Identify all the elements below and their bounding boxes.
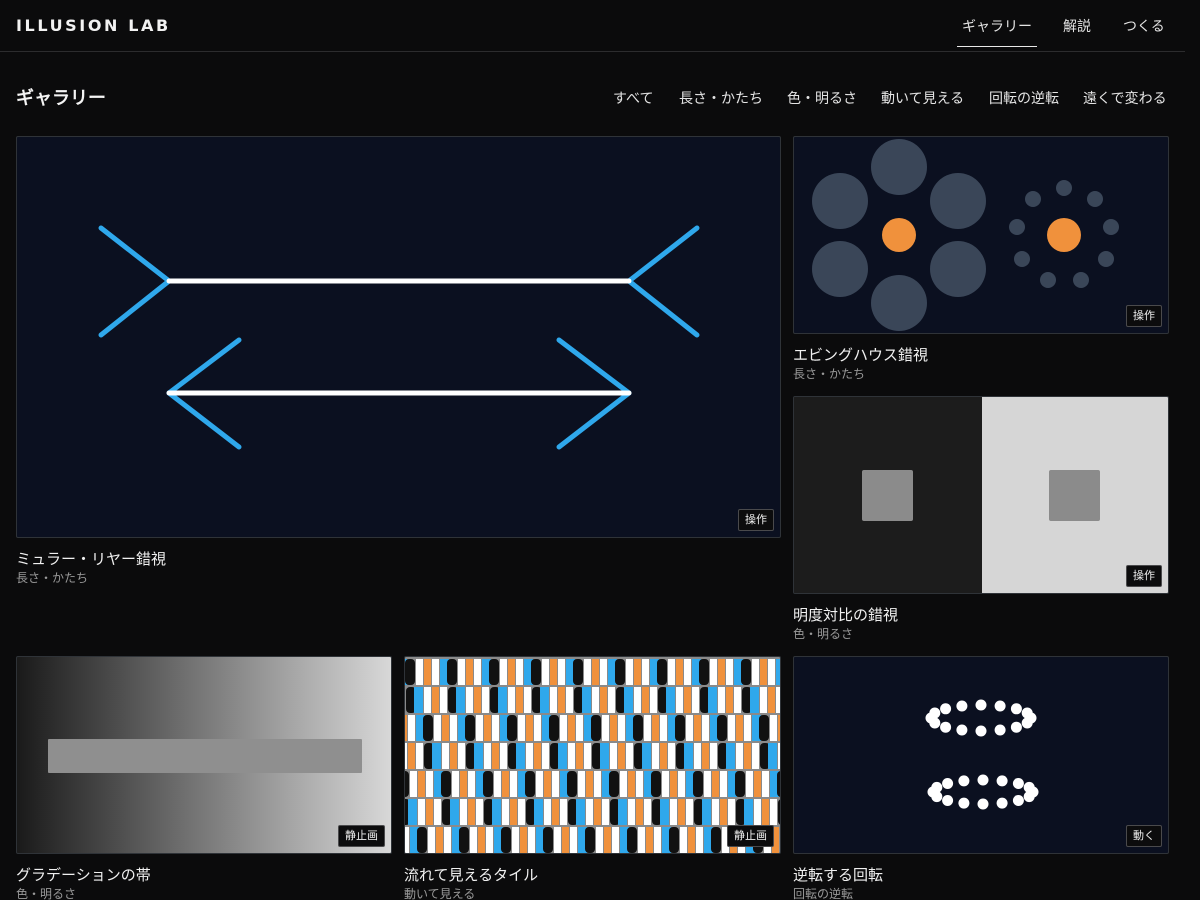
filter-all[interactable]: すべて [613, 88, 653, 108]
illusion-card-flowing-tiles[interactable]: 静止画 流れて見えるタイル 動いて見える [404, 656, 781, 900]
card-category: 長さ・かたち [16, 571, 89, 585]
illusion-card-brightness-contrast[interactable]: 操作 明度対比の錯視 色・明るさ [793, 396, 1169, 646]
static-image-badge: 静止画 [727, 825, 774, 847]
card-thumbnail[interactable]: 静止画 [404, 656, 781, 854]
nav-create[interactable]: つくる [1123, 16, 1165, 36]
flowing-tiles-illustration [405, 659, 780, 853]
card-category: 動いて見える [404, 887, 476, 900]
card-category: 長さ・かたち [793, 367, 866, 381]
card-category: 回転の逆転 [793, 887, 854, 900]
card-thumbnail[interactable]: 操作 [16, 136, 781, 538]
static-image-badge: 静止画 [338, 825, 385, 847]
card-title: 流れて見えるタイル [404, 866, 539, 884]
filter-distance-change[interactable]: 遠くで変わる [1083, 88, 1167, 108]
filter-length-shape[interactable]: 長さ・かたち [679, 88, 763, 108]
brand-logo[interactable]: ILLUSION LAB [16, 16, 171, 35]
brightness-contrast-illustration [794, 397, 1168, 593]
card-title: グラデーションの帯 [16, 866, 151, 884]
card-category: 色・明るさ [16, 887, 77, 900]
nav-explanation[interactable]: 解説 [1063, 16, 1091, 36]
animated-badge: 動く [1126, 825, 1162, 847]
card-thumbnail[interactable]: 操作 [793, 396, 1169, 594]
page-title: ギャラリー [16, 88, 106, 109]
ebbinghaus-illustration [812, 139, 1119, 331]
illusion-card-gradient-band[interactable]: 静止画 グラデーションの帯 色・明るさ [16, 656, 392, 900]
filter-motion[interactable]: 動いて見える [881, 88, 964, 108]
muller-lyer-illustration [98, 225, 700, 450]
card-title: ミュラー・リヤー錯視 [16, 550, 167, 568]
interactive-badge: 操作 [738, 509, 774, 531]
filter-color-brightness[interactable]: 色・明るさ [787, 88, 857, 108]
reversing-rotation-illustration [925, 699, 1039, 810]
top-navigation-bar: ILLUSION LAB ギャラリー 解説 つくる [0, 0, 1185, 52]
illusion-card-muller-lyer[interactable]: 操作 ミュラー・リヤー錯視 長さ・かたち [16, 136, 781, 591]
interactive-badge: 操作 [1126, 565, 1162, 587]
card-thumbnail[interactable]: 動く [793, 656, 1169, 854]
gradient-band-illustration [48, 739, 362, 773]
card-title: エビングハウス錯視 [793, 346, 929, 364]
card-title: 逆転する回転 [793, 866, 884, 884]
illusion-card-ebbinghaus[interactable]: 操作 エビングハウス錯視 長さ・かたち [793, 136, 1169, 386]
card-thumbnail[interactable]: 操作 [793, 136, 1169, 334]
card-category: 色・明るさ [793, 627, 854, 641]
card-thumbnail[interactable]: 静止画 [16, 656, 392, 854]
nav-gallery[interactable]: ギャラリー [957, 16, 1037, 47]
card-title: 明度対比の錯視 [793, 606, 899, 624]
interactive-badge: 操作 [1126, 305, 1162, 327]
filter-rotation-reversal[interactable]: 回転の逆転 [989, 88, 1059, 108]
illusion-card-reversing-rotation[interactable]: 動く 逆転する回転 回転の逆転 [793, 656, 1169, 900]
